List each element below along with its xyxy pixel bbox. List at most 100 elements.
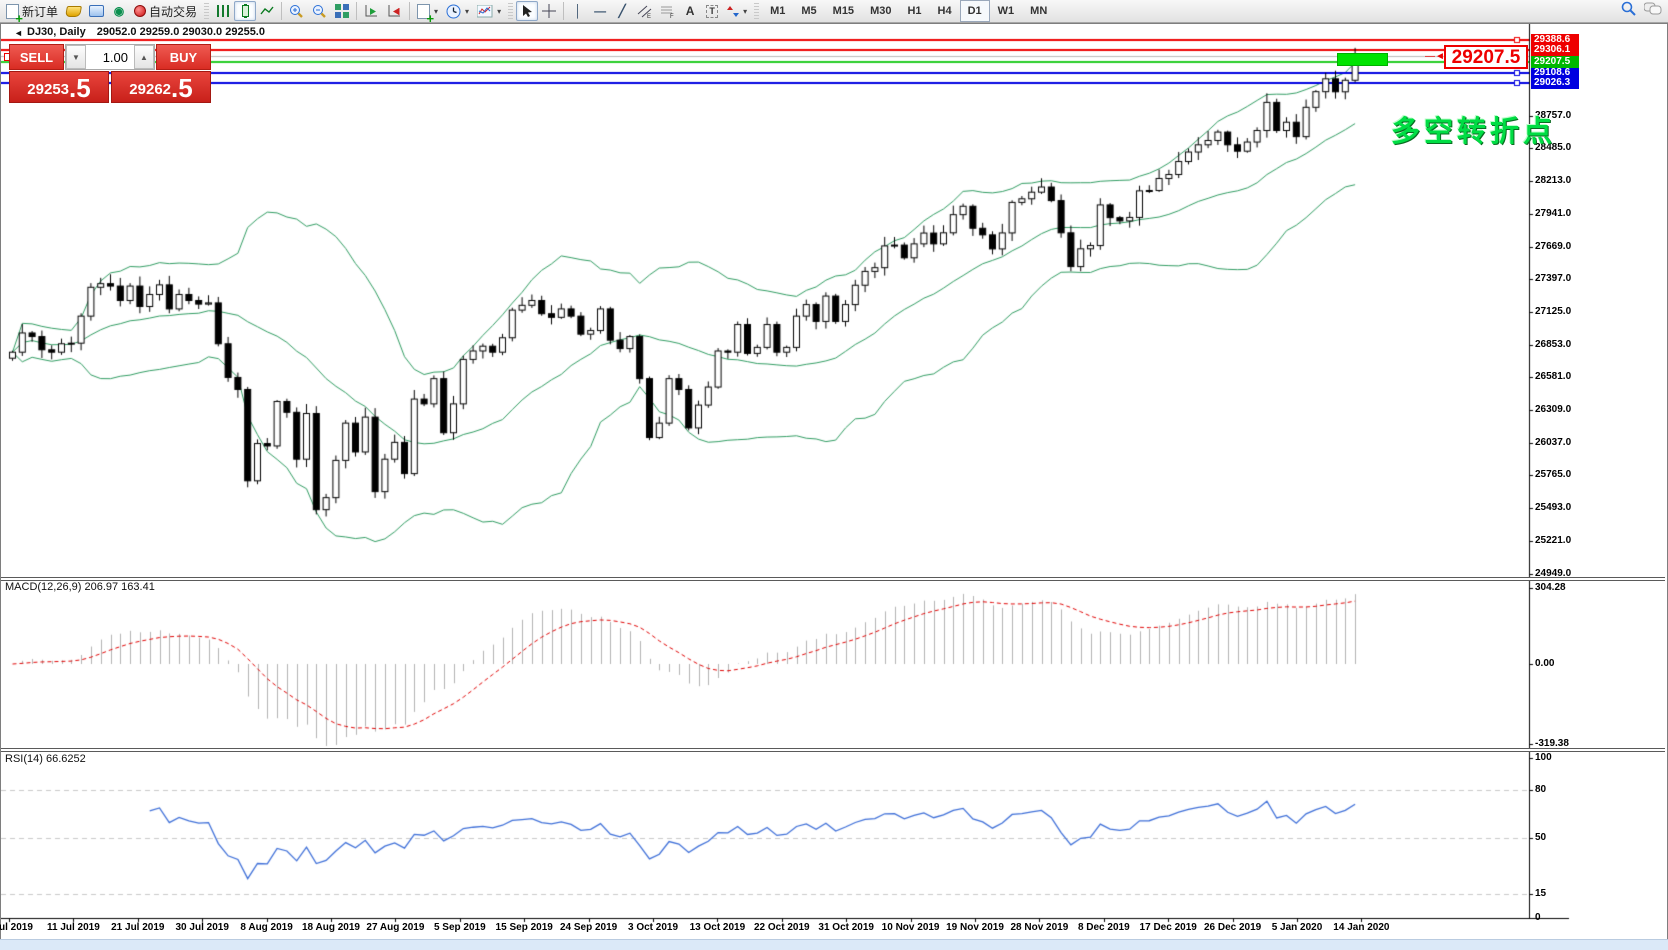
toolbar-separator [409,2,410,20]
signals-button[interactable]: ◉ [108,1,130,21]
buy-button[interactable]: BUY [156,44,211,70]
fibonacci-button[interactable]: F [656,1,679,21]
chat-icon[interactable] [1644,2,1662,16]
timeframe-button-MN[interactable]: MN [1022,0,1055,22]
trendline-button[interactable]: ╱ [611,1,633,21]
dropdown-arrow-icon: ▾ [497,7,501,16]
template-icon: + [417,4,430,19]
market-watch-button[interactable] [62,1,85,21]
chart-title: DJ30, Daily 29052.0 29259.0 29030.0 2925… [27,26,265,38]
bar-chart-button[interactable] [212,1,234,21]
volume-input[interactable]: 1.00 [86,45,134,69]
volume-increase-button[interactable]: ▲ [134,45,154,69]
chart-shift-button[interactable] [383,1,406,21]
macd-scale-label: -319.38 [1535,738,1569,749]
highlight-rectangle[interactable] [1337,53,1388,66]
chart-window: ◄ DJ30, Daily 29052.0 29259.0 29030.0 29… [0,23,1668,940]
buy-price-frac: .5 [171,76,193,100]
search-icon[interactable] [1621,1,1636,16]
macd-scale-label: 304.28 [1535,582,1566,593]
monitor-icon [89,5,104,17]
timeframe-button-M1[interactable]: M1 [762,0,793,22]
rsi-label: RSI(14) 66.6252 [5,753,86,765]
date-label: 2 Jul 2019 [0,922,33,933]
expert-advisors-button[interactable] [85,1,108,21]
periods-button[interactable]: ▾ [442,1,473,21]
timeframe-button-M5[interactable]: M5 [793,0,824,22]
horizontal-line-button[interactable]: — [589,1,611,21]
status-strip [0,939,1668,950]
vertical-line-icon: │ [574,4,582,18]
buy-price-int: 29262 [129,80,171,100]
price-tick-label: 24949.0 [1535,568,1571,579]
text-icon: A [686,4,695,18]
indicators-button[interactable]: ▾ [473,1,505,21]
auto-trading-label: 自动交易 [149,3,197,20]
fibonacci-icon: F [660,5,675,18]
candlestick-chart-button[interactable] [234,1,256,21]
date-label: 13 Oct 2019 [690,922,746,933]
mt4-terminal: + 新订单 ◉ 自动交易 [0,0,1668,950]
cursor-icon [521,4,533,18]
text-button[interactable]: A [679,1,701,21]
toolbar-separator [563,2,564,20]
channel-button[interactable]: E [633,1,656,21]
vertical-line-button[interactable]: │ [567,1,589,21]
turning-point-note[interactable]: 多空转折点 [1391,108,1556,150]
auto-trading-button[interactable]: 自动交易 [130,1,201,21]
timeframe-button-H4[interactable]: H4 [930,0,960,22]
sell-button[interactable]: SELL [9,44,64,70]
arrows-button[interactable]: ▾ [723,1,751,21]
timeframe-button-W1[interactable]: W1 [990,0,1023,22]
price-line-label: 29306.1 [1531,44,1579,56]
gold-icon [65,6,82,17]
date-label: 18 Aug 2019 [302,922,360,933]
price-tick-label: 27941.0 [1535,208,1571,219]
rsi-scale-label: 50 [1535,832,1546,843]
price-tick-label: 28213.0 [1535,175,1571,186]
date-label: 19 Nov 2019 [946,922,1004,933]
macd-label: MACD(12,26,9) 206.97 163.41 [5,581,155,593]
panel-separator[interactable] [1,748,1665,752]
crosshair-button[interactable] [538,1,560,21]
new-order-label: 新订单 [22,3,58,20]
dropdown-arrow-icon: ▾ [434,7,438,16]
date-label: 8 Dec 2019 [1078,922,1130,933]
line-chart-icon [260,5,274,17]
timeframe-button-D1[interactable]: D1 [960,0,990,22]
templates-button[interactable]: +▾ [413,1,442,21]
candlestick-icon [242,5,249,17]
volume-spinner: ▼ 1.00 ▲ [65,44,155,70]
bar-chart-icon [217,5,229,17]
timeframe-button-H1[interactable]: H1 [899,0,929,22]
date-label: 11 Jul 2019 [47,922,100,933]
panel-separator[interactable] [1,577,1665,581]
timeframe-button-M30[interactable]: M30 [862,0,899,22]
horizontal-line-icon: — [594,4,606,18]
cursor-button[interactable] [516,1,538,21]
price-callout[interactable]: 29207.5 [1444,45,1528,69]
date-label: 14 Jan 2020 [1333,922,1389,933]
toolbar-separator [356,2,357,20]
date-label: 5 Jan 2020 [1272,922,1323,933]
rsi-scale-label: 80 [1535,784,1546,795]
tile-windows-button[interactable] [331,1,353,21]
auto-scroll-button[interactable] [360,1,383,21]
dropdown-arrow-icon: ▾ [743,7,747,16]
auto-scroll-icon [364,4,379,18]
chart-plot[interactable] [1,24,1665,937]
new-order-button[interactable]: + 新订单 [2,1,62,21]
line-chart-button[interactable] [256,1,278,21]
sell-price[interactable]: 29253.5 [9,71,109,103]
timeframe-button-M15[interactable]: M15 [825,0,862,22]
one-click-trading-panel: SELL ▼ 1.00 ▲ BUY 29253.5 29262.5 [9,44,211,103]
text-label-button[interactable]: T [701,1,723,21]
buy-price[interactable]: 29262.5 [111,71,211,103]
volume-decrease-button[interactable]: ▼ [66,45,86,69]
price-tick-label: 25493.0 [1535,502,1571,513]
equidistant-channel-icon: E [637,5,652,18]
date-label: 24 Sep 2019 [560,922,617,933]
zoom-out-button[interactable] [308,1,331,21]
svg-text:E: E [647,14,651,18]
zoom-in-button[interactable] [285,1,308,21]
